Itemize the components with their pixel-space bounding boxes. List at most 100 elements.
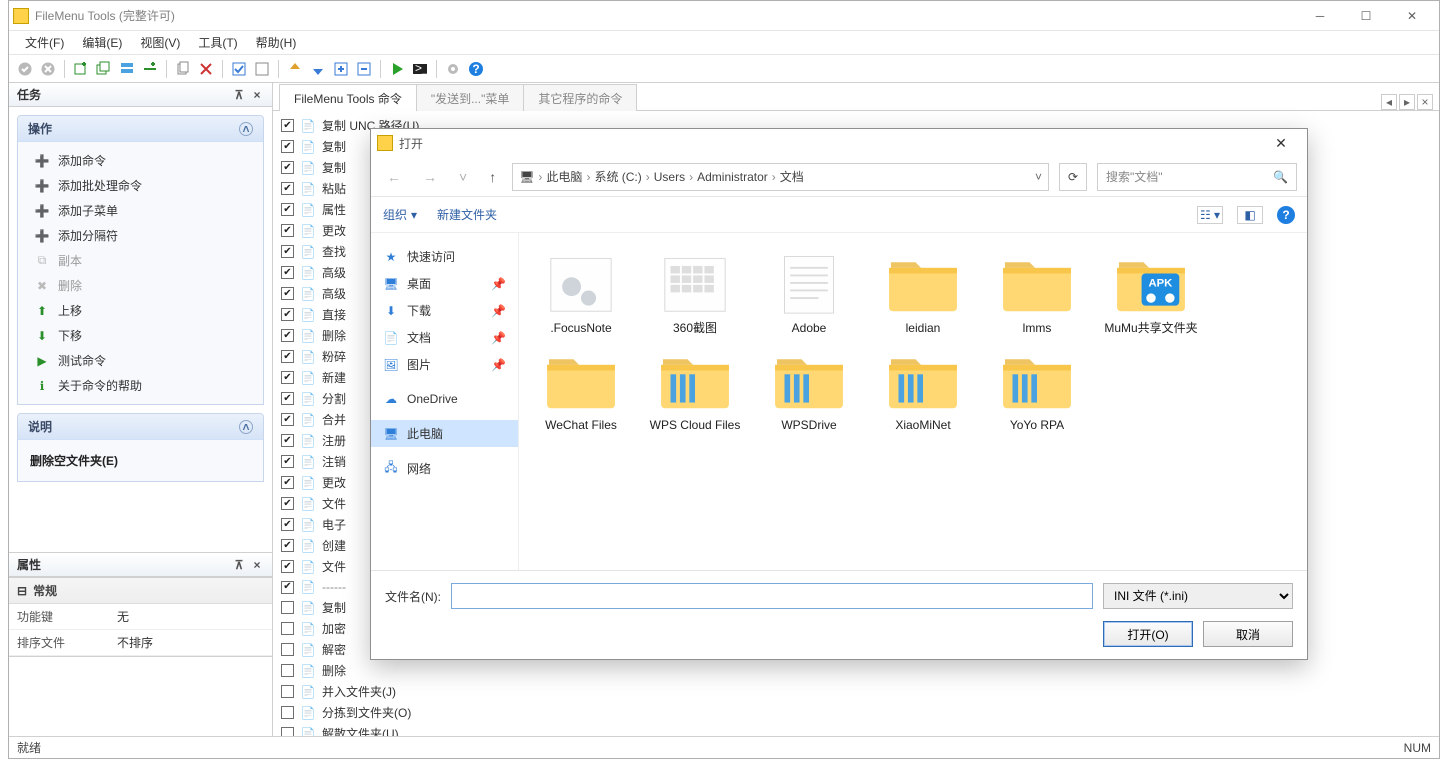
command-row[interactable]: 📄删除 — [281, 660, 1431, 681]
checkbox[interactable] — [281, 664, 294, 677]
open-button[interactable]: 打开(O) — [1103, 621, 1193, 647]
checkbox[interactable] — [281, 518, 294, 531]
up-button[interactable]: ↑ — [483, 169, 502, 185]
folder-item[interactable]: leidian — [869, 249, 977, 336]
folder-item[interactable]: .FocusNote — [527, 249, 635, 336]
command-row[interactable]: 📄分拣到文件夹(O) — [281, 702, 1431, 723]
crumb[interactable]: 文档 — [780, 168, 804, 185]
breadcrumb[interactable]: 🖥› 此电脑› 系统 (C:)› Users› Administrator› 文… — [512, 163, 1049, 191]
nav-onedrive[interactable]: ☁OneDrive — [371, 386, 518, 412]
task-about-help[interactable]: ℹ关于命令的帮助 — [18, 373, 263, 398]
ops-section-head[interactable]: 操作 ˄ — [18, 116, 263, 142]
folder-item[interactable]: MuMu共享文件夹 — [1097, 249, 1205, 336]
checkbox[interactable] — [281, 685, 294, 698]
forward-button[interactable]: → — [417, 169, 443, 185]
task-add-submenu[interactable]: ➕添加子菜单 — [18, 198, 263, 223]
preview-pane-button[interactable]: ◧ — [1237, 206, 1263, 224]
help-icon[interactable]: ? — [466, 59, 486, 79]
explain-section-head[interactable]: 说明 ˄ — [18, 414, 263, 440]
tab-commands[interactable]: FileMenu Tools 命令 — [279, 84, 417, 111]
organize-button[interactable]: 组织 ▾ — [383, 206, 417, 223]
checkbox[interactable] — [281, 727, 294, 736]
checkbox[interactable] — [281, 392, 294, 405]
nav-quick-access[interactable]: ★快速访问 — [371, 243, 518, 270]
settings-icon[interactable] — [443, 59, 463, 79]
menu-view[interactable]: 视图(V) — [132, 31, 188, 54]
folder-item[interactable]: WeChat Files — [527, 346, 635, 433]
folder-item[interactable]: 360截图 — [641, 249, 749, 336]
checkbox[interactable] — [281, 371, 294, 384]
dialog-close-button[interactable]: ✕ — [1261, 131, 1301, 155]
panel-close-icon[interactable]: × — [250, 558, 264, 572]
checkbox[interactable] — [281, 476, 294, 489]
prop-row[interactable]: 排序文件不排序 — [9, 630, 272, 656]
console-icon[interactable]: >_ — [410, 59, 430, 79]
filename-input[interactable] — [451, 583, 1093, 609]
cancel-icon[interactable] — [38, 59, 58, 79]
view-mode-button[interactable]: ☷ ▾ — [1197, 206, 1223, 224]
new-submenu-icon[interactable] — [117, 59, 137, 79]
checkbox[interactable] — [281, 308, 294, 321]
tab-sendto[interactable]: "发送到..."菜单 — [416, 84, 525, 111]
checkbox[interactable] — [281, 497, 294, 510]
minimize-button[interactable]: ─ — [1297, 1, 1343, 30]
command-row[interactable]: 📄解散文件夹(U) — [281, 723, 1431, 736]
new-folder-button[interactable]: 新建文件夹 — [437, 206, 497, 223]
checkbox[interactable] — [281, 203, 294, 216]
recent-button[interactable]: ˅ — [453, 169, 473, 185]
folder-item[interactable]: WPSDrive — [755, 346, 863, 433]
folder-item[interactable]: XiaoMiNet — [869, 346, 977, 433]
command-row[interactable]: 📄并入文件夹(J) — [281, 681, 1431, 702]
nav-desktop[interactable]: 🖥桌面📌 — [371, 270, 518, 297]
checkbox[interactable] — [281, 622, 294, 635]
checkbox[interactable] — [281, 287, 294, 300]
folder-item[interactable]: lmms — [983, 249, 1091, 336]
new-batch-icon[interactable] — [94, 59, 114, 79]
dialog-help-icon[interactable]: ? — [1277, 206, 1295, 224]
crumb[interactable]: Users — [654, 170, 685, 184]
task-test[interactable]: ▶测试命令 — [18, 348, 263, 373]
folder-item[interactable]: Adobe — [755, 249, 863, 336]
up-icon[interactable] — [285, 59, 305, 79]
task-move-down[interactable]: ⬇下移 — [18, 323, 263, 348]
checkbox[interactable] — [281, 706, 294, 719]
checkbox[interactable] — [281, 182, 294, 195]
nav-this-pc[interactable]: 🖥此电脑 — [371, 420, 518, 447]
run-icon[interactable] — [387, 59, 407, 79]
checkbox[interactable] — [281, 560, 294, 573]
uncheck-icon[interactable] — [252, 59, 272, 79]
task-move-up[interactable]: ⬆上移 — [18, 298, 263, 323]
checkbox[interactable] — [281, 539, 294, 552]
back-button[interactable]: ← — [381, 169, 407, 185]
checkbox[interactable] — [281, 455, 294, 468]
tab-close-icon[interactable]: × — [1417, 94, 1433, 110]
prop-group[interactable]: ⊟常规 — [9, 578, 272, 604]
refresh-button[interactable]: ⟳ — [1059, 163, 1087, 191]
tab-next-icon[interactable]: ▸ — [1399, 94, 1415, 110]
task-add-sep[interactable]: ➕添加分隔符 — [18, 223, 263, 248]
task-add-batch[interactable]: ➕添加批处理命令 — [18, 173, 263, 198]
menu-help[interactable]: 帮助(H) — [248, 31, 305, 54]
folder-item[interactable]: WPS Cloud Files — [641, 346, 749, 433]
tab-other[interactable]: 其它程序的命令 — [523, 84, 637, 111]
copy-icon[interactable] — [173, 59, 193, 79]
task-add-cmd[interactable]: ➕添加命令 — [18, 148, 263, 173]
collapse-icon[interactable] — [354, 59, 374, 79]
crumb-dropdown-icon[interactable]: ˅ — [1035, 170, 1042, 184]
new-cmd-icon[interactable] — [71, 59, 91, 79]
pin-icon[interactable]: ⊼ — [232, 558, 246, 572]
panel-close-icon[interactable]: × — [250, 88, 264, 102]
nav-documents[interactable]: 📄文档📌 — [371, 324, 518, 351]
crumb[interactable]: 系统 (C:) — [594, 168, 641, 185]
cancel-button[interactable]: 取消 — [1203, 621, 1293, 647]
nav-pictures[interactable]: 🖼图片📌 — [371, 351, 518, 378]
file-list[interactable]: .FocusNote360截图AdobeleidianlmmsMuMu共享文件夹… — [519, 233, 1307, 570]
checkbox[interactable] — [281, 119, 294, 132]
crumb[interactable]: 此电脑 — [546, 168, 582, 185]
search-input[interactable]: 搜索"文档" 🔍 — [1097, 163, 1297, 191]
menu-file[interactable]: 文件(F) — [17, 31, 72, 54]
checkbox[interactable] — [281, 266, 294, 279]
expand-icon[interactable] — [331, 59, 351, 79]
folder-item[interactable]: YoYo RPA — [983, 346, 1091, 433]
pin-icon[interactable]: ⊼ — [232, 88, 246, 102]
